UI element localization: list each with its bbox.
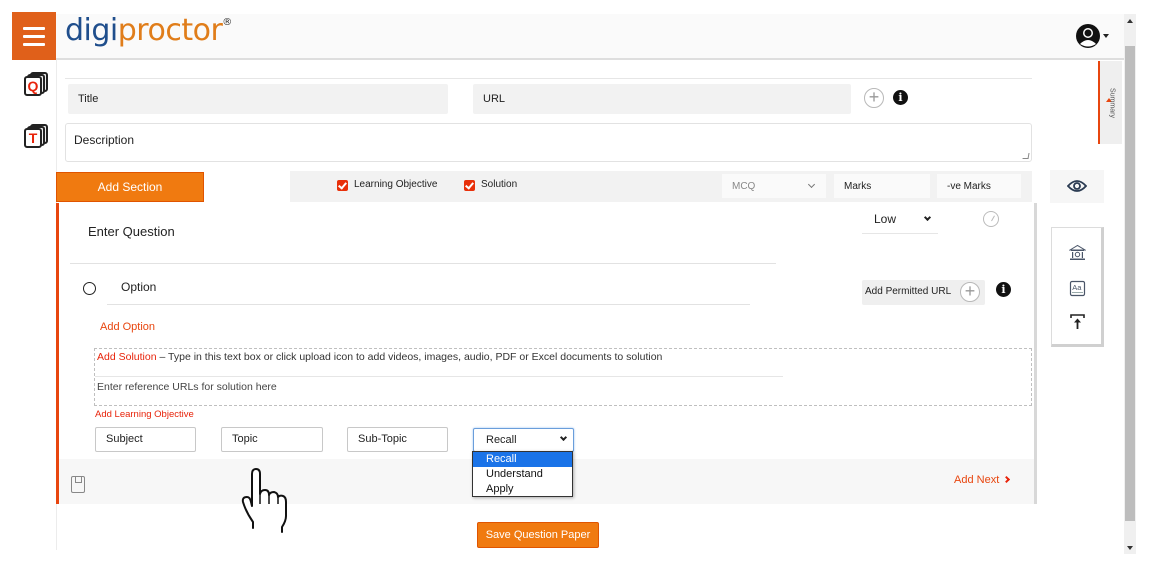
question-letter: Q	[24, 76, 42, 96]
negative-marks-input[interactable]: -ve Marks	[937, 174, 1021, 198]
subject-input[interactable]: Subject	[95, 427, 196, 452]
scroll-down-arrow-icon[interactable]	[1127, 546, 1133, 550]
add-next-button[interactable]: Add Next	[954, 474, 1011, 486]
add-option-link[interactable]: Add Option	[100, 321, 155, 333]
chevron-down-icon	[559, 433, 568, 442]
divider	[107, 304, 750, 305]
solution-hint-text: – Type in this text box or click upload …	[156, 351, 663, 363]
difficulty-value: Low	[874, 212, 897, 226]
add-url-plus-icon[interactable]: +	[864, 88, 884, 108]
resize-handle-icon[interactable]	[1022, 153, 1030, 159]
add-permitted-url-button[interactable]: Add Permitted URL +	[862, 280, 985, 305]
negative-marks-placeholder: -ve Marks	[947, 180, 991, 192]
app-logo: digiproctor®	[65, 13, 232, 48]
description-textarea[interactable]: Description	[65, 123, 1032, 162]
title-placeholder: Title	[78, 93, 99, 105]
url-info-icon[interactable]: i	[893, 90, 908, 105]
solution-checkbox[interactable]	[464, 180, 475, 191]
logo-text-proctor: proctor	[117, 13, 223, 48]
title-input[interactable]: Title	[68, 84, 448, 114]
scroll-up-arrow-icon[interactable]	[1127, 19, 1133, 23]
upload-icon[interactable]	[1069, 313, 1086, 330]
add-permitted-url-label: Add Permitted URL	[865, 286, 952, 297]
divider	[70, 263, 776, 264]
font-format-icon[interactable]: Aa	[1069, 280, 1086, 297]
scrollbar-thumb[interactable]	[1125, 46, 1135, 521]
url-placeholder: URL	[483, 93, 506, 105]
option-input[interactable]: Option	[121, 280, 156, 294]
add-solution-label: Add Solution	[97, 351, 157, 363]
bloom-option-apply[interactable]: Apply	[473, 482, 572, 497]
solution-label: Solution	[481, 179, 518, 190]
divider	[95, 376, 783, 377]
subtopic-input[interactable]: Sub-Topic	[347, 427, 448, 452]
preview-button[interactable]	[1050, 170, 1104, 203]
user-menu-caret-icon[interactable]	[1103, 34, 1109, 38]
add-learning-objective-link[interactable]: Add Learning Objective	[95, 409, 194, 420]
divider	[65, 78, 1032, 79]
reference-urls-input[interactable]: Enter reference URLs for solution here	[97, 381, 277, 393]
eye-icon	[1067, 180, 1087, 192]
menu-button[interactable]	[12, 12, 56, 60]
solution-input[interactable]: Add Solution – Type in this text box or …	[97, 351, 662, 363]
save-question-paper-button[interactable]: Save Question Paper	[477, 522, 599, 548]
add-section-button[interactable]: Add Section	[56, 172, 204, 202]
learning-objective-label: Learning Objective	[354, 179, 438, 190]
question-bank-icon[interactable]	[1069, 244, 1086, 261]
permitted-url-info-icon[interactable]: i	[996, 282, 1011, 297]
hamburger-icon-bar	[23, 34, 45, 38]
url-input[interactable]: URL	[473, 84, 851, 114]
bloom-option-recall[interactable]: Recall	[473, 452, 572, 467]
summary-label: Summary	[1108, 88, 1116, 118]
bloom-option-understand[interactable]: Understand	[473, 467, 572, 482]
test-letter: T	[24, 128, 42, 148]
marks-placeholder: Marks	[844, 180, 872, 192]
bloom-level-value: Recall	[486, 434, 517, 446]
user-avatar-icon[interactable]	[1075, 23, 1101, 49]
chevron-down-icon	[807, 180, 816, 189]
svg-text:Aa: Aa	[1072, 283, 1082, 292]
question-stack-icon[interactable]: Q	[24, 72, 50, 98]
bloom-level-select[interactable]: Recall	[473, 428, 574, 452]
logo-text-digi: digi	[65, 13, 118, 48]
add-next-label: Add Next	[954, 474, 1000, 486]
clock-icon[interactable]	[983, 211, 999, 227]
question-type-select[interactable]: MCQ	[722, 174, 826, 198]
question-input[interactable]: Enter Question	[88, 224, 175, 239]
option-radio[interactable]	[83, 282, 96, 295]
bookmark-icon[interactable]	[71, 476, 85, 493]
test-stack-icon[interactable]: T	[24, 124, 50, 150]
registered-mark: ®	[222, 17, 232, 28]
chevron-right-icon	[1003, 475, 1011, 484]
description-placeholder: Description	[74, 133, 135, 147]
topic-input[interactable]: Topic	[221, 427, 323, 452]
hamburger-icon-bar	[23, 42, 45, 46]
hamburger-icon-bar	[23, 26, 45, 30]
question-type-value: MCQ	[732, 180, 756, 192]
learning-objective-checkbox[interactable]	[337, 180, 348, 191]
chevron-down-icon	[923, 213, 932, 222]
plus-icon: +	[960, 282, 980, 302]
bloom-level-dropdown: Recall Understand Apply	[472, 451, 573, 497]
summary-tab[interactable]: Summary	[1098, 61, 1122, 144]
difficulty-select[interactable]: Low	[862, 208, 938, 234]
marks-input[interactable]: Marks	[834, 174, 930, 198]
